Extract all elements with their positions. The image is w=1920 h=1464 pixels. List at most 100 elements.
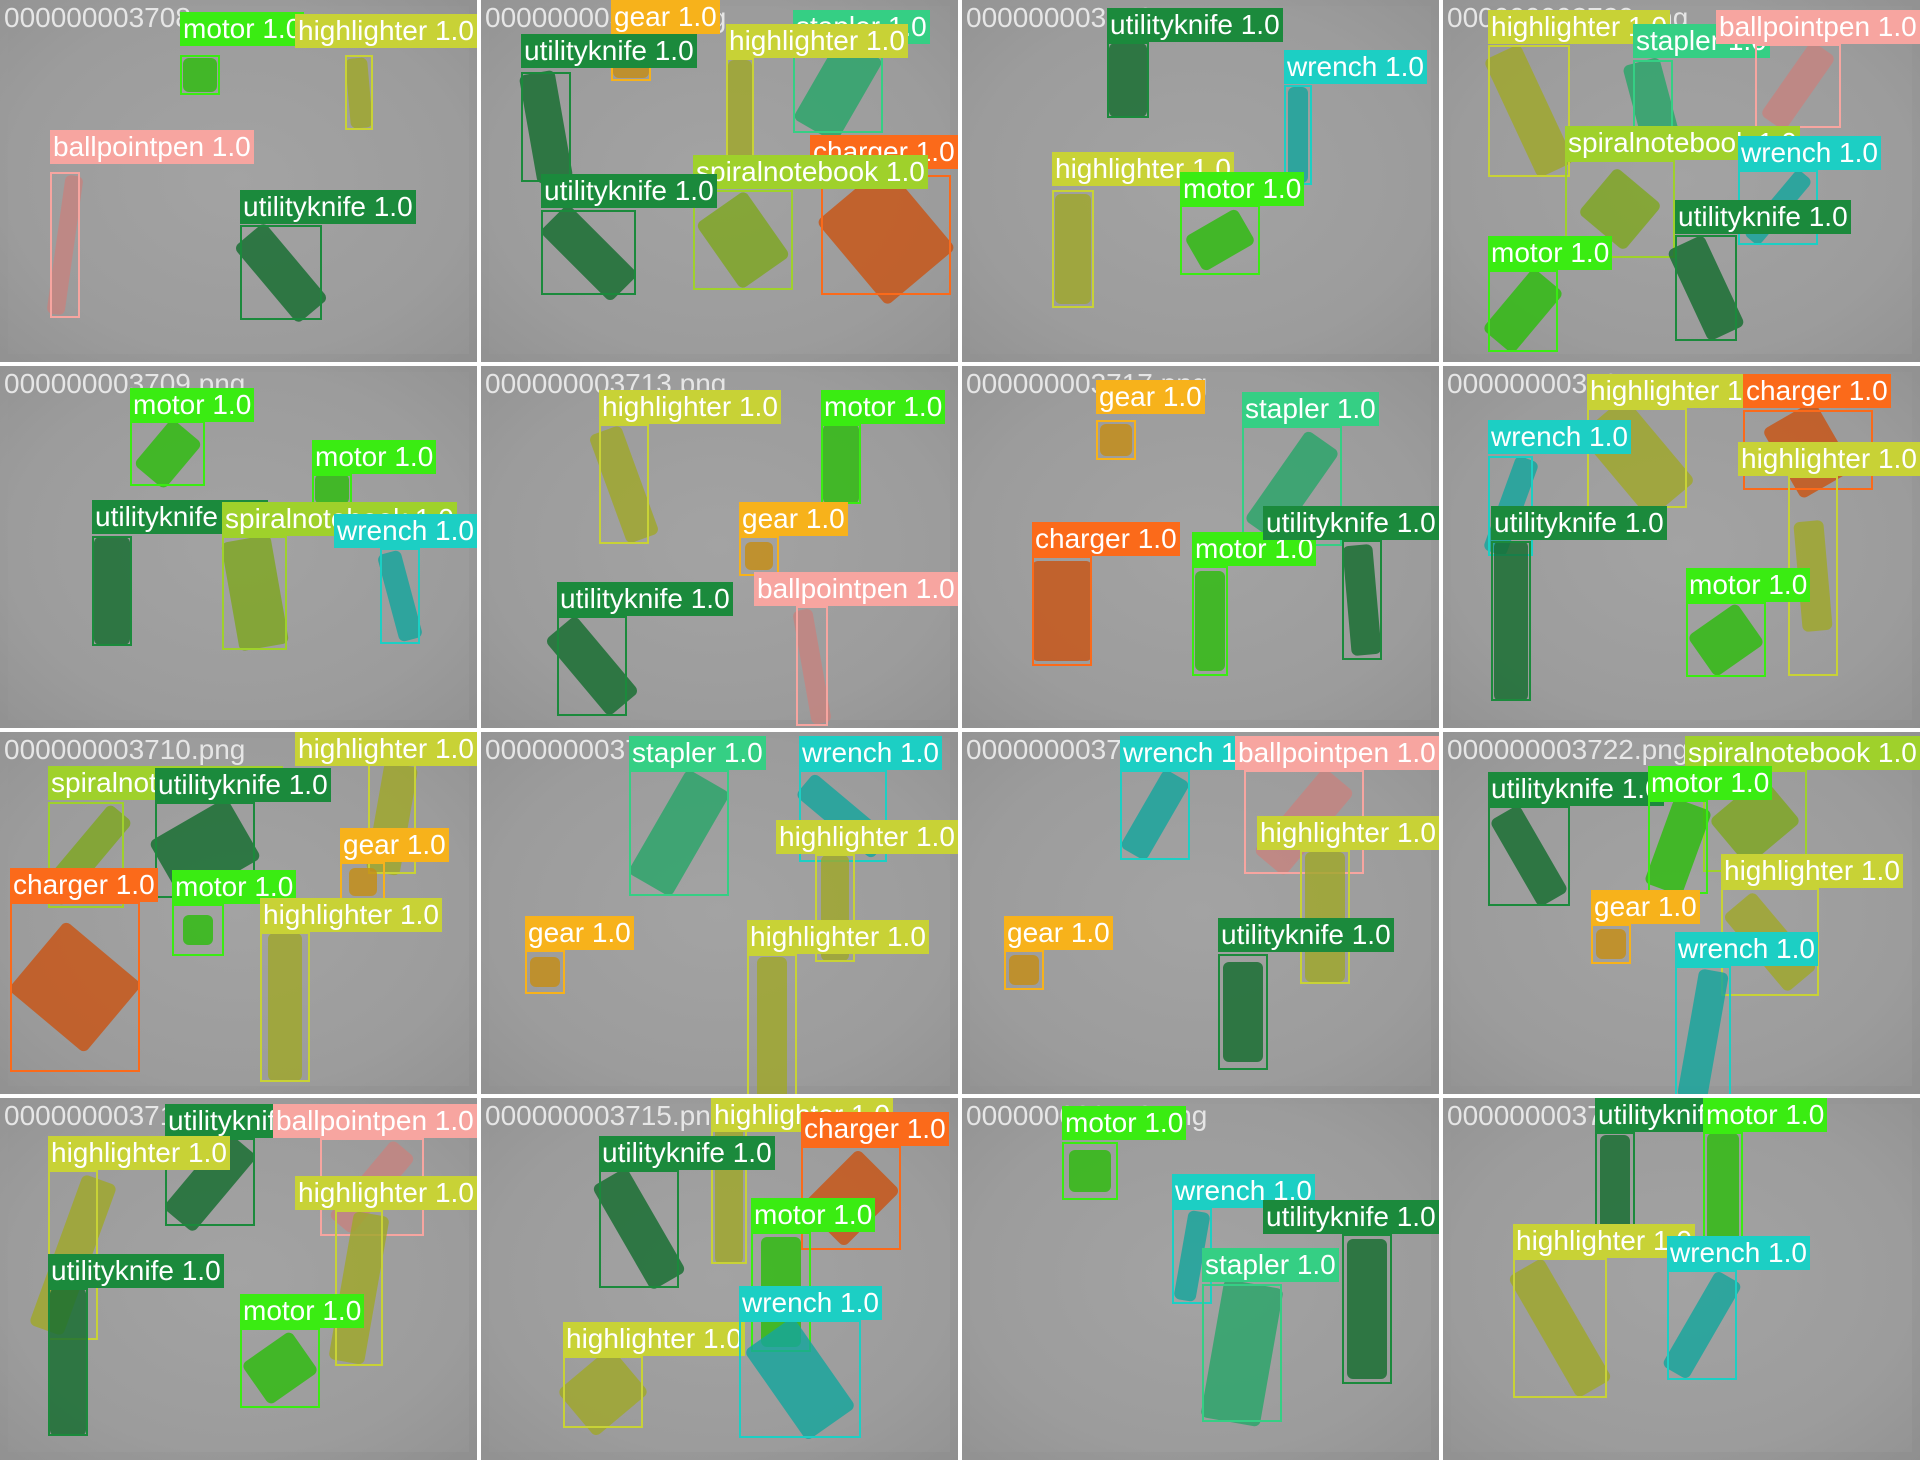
detection-label: ballpointpen 1.0 [273,1104,477,1138]
bounding-box [557,616,627,716]
bounding-box [380,548,420,644]
detection-label: wrench 1.0 [799,736,942,770]
bounding-box [563,1356,643,1428]
bounding-box [739,1320,861,1438]
bounding-box [1667,1270,1737,1380]
detection-label: wrench 1.0 [334,514,477,548]
detection-label: motor 1.0 [821,390,946,424]
detection-label: highlighter 1.0 [1721,854,1903,888]
detection-label: highlighter 1.0 [260,898,442,932]
image-tile: 000000003709.png motor 1.0 motor 1.0 utilit… [0,366,477,728]
bounding-box [1686,602,1766,677]
detection-label: spiralnotebook 1.0 [693,155,928,189]
detection-label: motor 1.0 [312,440,437,474]
detection-label: utilityknife 1.0 [1491,506,1667,540]
bounding-box [1004,950,1044,990]
image-tile: 000000003722.png spiralnotebook 1.0 utilit… [1443,732,1920,1094]
bounding-box [525,950,565,994]
detection-label: ballpointpen 1.0 [50,130,254,164]
bounding-box [130,421,205,486]
detection-label: ballpointpen 1.0 [1235,736,1439,770]
image-tile: 000000003724.png utilityknife 1.0 motor 1.… [1443,1098,1920,1460]
bounding-box [541,210,636,295]
detection-label: utilityknife 1.0 [521,34,697,68]
detection-label: highlighter 1.0 [599,390,781,424]
bounding-box [1192,566,1228,676]
bounding-box [1062,1142,1118,1200]
detection-label: utilityknife 1.0 [1675,200,1851,234]
detection-label: gear 1.0 [1591,890,1700,924]
bounding-box [599,1170,679,1288]
detection-label: gear 1.0 [1004,916,1113,950]
bounding-box [92,536,132,646]
detection-label: highlighter 1.0 [563,1322,745,1356]
bounding-box [1300,850,1350,984]
detection-label: highlighter 1.0 [295,732,477,766]
detection-mosaic: 000000003708.png motor 1.0 highlighter 1.0… [0,0,1920,1464]
bounding-box [260,932,310,1082]
image-tile: 000000003720.pnghighlighter 1.0stapler 1… [1443,0,1920,362]
detection-label: charger 1.0 [1743,374,1891,408]
bounding-box [222,536,287,650]
bounding-box [1675,966,1731,1094]
detection-label: wrench 1.0 [739,1286,882,1320]
detection-label: highlighter 1.0 [48,1136,230,1170]
bounding-box [172,904,224,956]
detection-label: motor 1.0 [240,1294,365,1328]
detection-label: highlighter 1.0 [295,14,477,48]
detection-label: wrench 1.0 [1284,50,1427,84]
bounding-box [335,1210,383,1366]
detection-label: motor 1.0 [1180,172,1305,206]
detection-label: wrench 1.0 [1738,136,1881,170]
detection-label: motor 1.0 [1686,568,1811,602]
bounding-box [1703,1132,1743,1242]
tile-filename: 000000003722.png [1447,734,1689,765]
detection-label: ballpointpen 1.0 [1716,10,1920,44]
image-tile: 000000003714.png stapler 1.0 wrench 1.0 hig… [481,732,958,1094]
detection-label: motor 1.0 [1703,1098,1828,1132]
image-tile: 000000003711.png utilityknife 1.0 ballpoin… [0,1098,477,1460]
detection-label: utilityknife 1.0 [1107,8,1283,42]
bounding-box [1648,800,1708,894]
image-tile: 000000003713.png highlighter 1.0 motor 1.0… [481,366,958,728]
image-tile: 000000003710.pngspiralnotebook 1.0highli… [0,732,477,1094]
bounding-box [1591,924,1631,964]
bounding-box [10,902,140,1072]
tile-filename: 000000003710.png [4,734,246,765]
bounding-box [1107,42,1149,118]
detection-label: utilityknife 1.0 [1263,506,1439,540]
detection-label: motor 1.0 [130,388,255,422]
bounding-box [240,225,322,320]
bounding-box [1180,205,1260,275]
detection-label: highlighter 1.0 [295,1176,477,1210]
detection-label: highlighter 1.0 [726,24,908,58]
bounding-box [1488,806,1570,906]
bounding-box [1491,541,1531,701]
image-tile: 000000003715.png highlighter 1.0 charger 1… [481,1098,958,1460]
detection-label: stapler 1.0 [1202,1248,1339,1282]
detection-label: spiralnotebook 1.0 [1685,736,1920,770]
detection-label: highlighter 1.0 [776,820,958,854]
bounding-box [1120,770,1190,860]
detection-label: highlighter 1.0 [1587,374,1769,408]
bounding-box [180,55,220,95]
bounding-box [1032,556,1092,666]
detection-label: motor 1.0 [1488,236,1613,270]
detection-label: ballpointpen 1.0 [754,572,958,606]
bounding-box [1488,270,1558,352]
bounding-box [1052,190,1094,308]
bounding-box [796,606,828,726]
bounding-box [1096,420,1136,460]
bounding-box [345,55,373,130]
detection-label: gear 1.0 [739,502,848,536]
detection-label: utilityknife 1.0 [48,1254,224,1288]
image-tile: 000000003717.png gear 1.0 stapler 1.0 charg… [962,366,1439,728]
bounding-box [599,424,649,544]
image-tile: 000000003721.png highlighter 1.0 charger 1… [1443,366,1920,728]
detection-label: wrench 1.0 [1667,1236,1810,1270]
detection-label: gear 1.0 [1096,380,1205,414]
detection-label: wrench 1.0 [1675,932,1818,966]
detection-label: stapler 1.0 [1242,392,1379,426]
bounding-box [1342,1234,1392,1384]
detection-label: stapler 1.0 [629,736,766,770]
